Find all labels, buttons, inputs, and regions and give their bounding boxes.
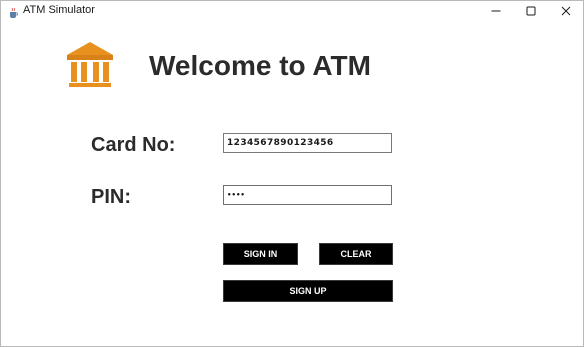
card-number-input[interactable] bbox=[223, 133, 392, 153]
window-title: ATM Simulator bbox=[23, 4, 95, 16]
page-title: Welcome to ATM bbox=[149, 50, 371, 81]
maximize-button[interactable] bbox=[513, 1, 549, 20]
close-icon bbox=[561, 1, 571, 20]
pin-input[interactable] bbox=[223, 185, 392, 205]
login-panel: Welcome to ATM Card No: PIN: SIGN IN CLE… bbox=[1, 20, 583, 346]
sign-up-button[interactable]: SIGN UP bbox=[223, 280, 393, 302]
java-cup-icon bbox=[8, 4, 19, 18]
pin-label: PIN: bbox=[91, 186, 131, 208]
close-button[interactable] bbox=[548, 1, 584, 20]
title-bar[interactable]: ATM Simulator bbox=[1, 1, 583, 20]
minimize-icon bbox=[491, 1, 501, 20]
clear-button[interactable]: CLEAR bbox=[319, 243, 393, 265]
maximize-icon bbox=[526, 1, 536, 20]
card-number-label: Card No: bbox=[91, 134, 176, 156]
minimize-button[interactable] bbox=[478, 1, 514, 20]
app-window: ATM Simulator Welcome to ATM Card No: 12… bbox=[0, 0, 584, 347]
sign-in-button[interactable]: SIGN IN bbox=[223, 243, 298, 265]
bank-building-icon bbox=[67, 42, 113, 90]
